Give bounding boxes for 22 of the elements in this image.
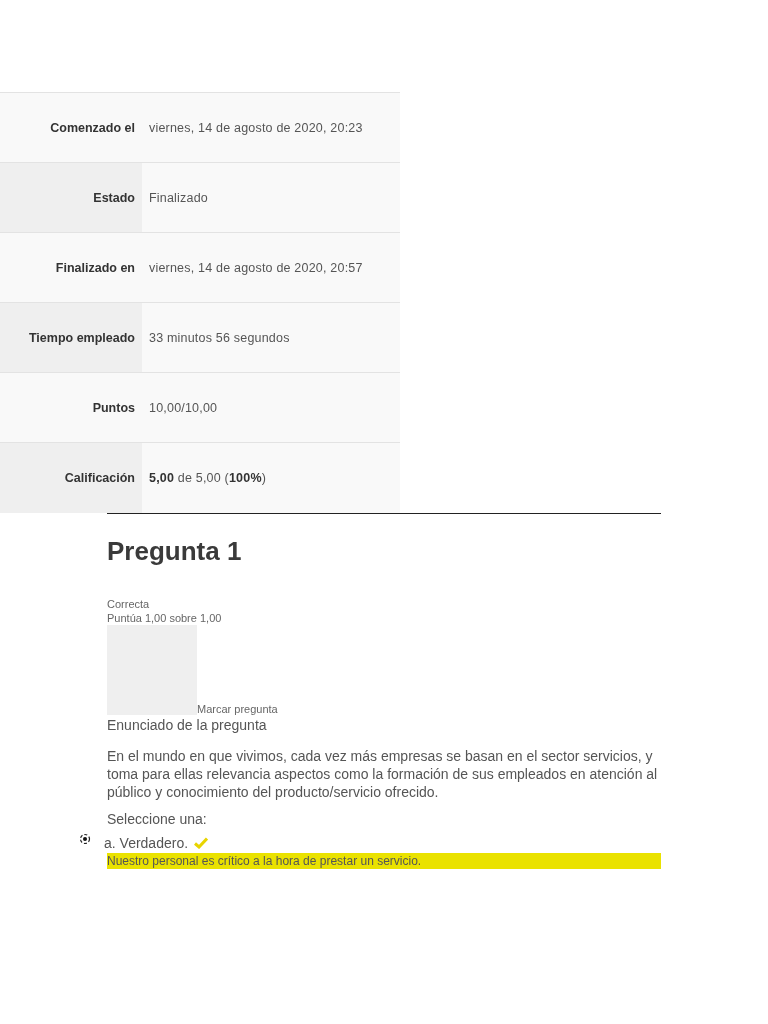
flag-question-link[interactable]: Marcar pregunta [197, 702, 278, 715]
summary-value: 5,00 de 5,00 (100%) [142, 442, 400, 513]
summary-label: Finalizado en [0, 232, 142, 303]
question-title: Pregunta 1 [107, 535, 243, 567]
summary-value: Finalizado [142, 162, 400, 233]
question-text: En el mundo en que vivimos, cada vez más empresas se basan en el sector servicios, y toma para ellas relevancia aspectos como la formación de sus empleados en atención al público y conocimiento del producto/servicio ofrecido. [107, 746, 659, 801]
summary-value: viernes, 14 de agosto de 2020, 20:23 [142, 92, 400, 163]
summary-value: viernes, 14 de agosto de 2020, 20:57 [142, 232, 400, 303]
radio-button[interactable] [79, 832, 91, 845]
summary-value: 33 minutos 56 segundos [142, 302, 400, 373]
summary-value: 10,00/10,00 [142, 372, 400, 443]
answer-prompt: Seleccione una: [107, 810, 208, 827]
summary-label: Puntos [0, 372, 142, 443]
summary-label: Calificación [0, 442, 142, 513]
summary-label: Tiempo empleado [0, 302, 142, 373]
question-score: Puntúa 1,00 sobre 1,00 [107, 610, 223, 625]
option-label: a. Verdadero. [104, 834, 189, 851]
statement-heading: Enunciado de la pregunta [107, 716, 268, 733]
summary-label: Estado [0, 162, 142, 233]
question-status: Correcta [107, 596, 151, 611]
feedback-text: Nuestro personal es crítico a la hora de prestar un servicio. [107, 852, 661, 869]
summary-label: Comenzado el [0, 92, 142, 163]
